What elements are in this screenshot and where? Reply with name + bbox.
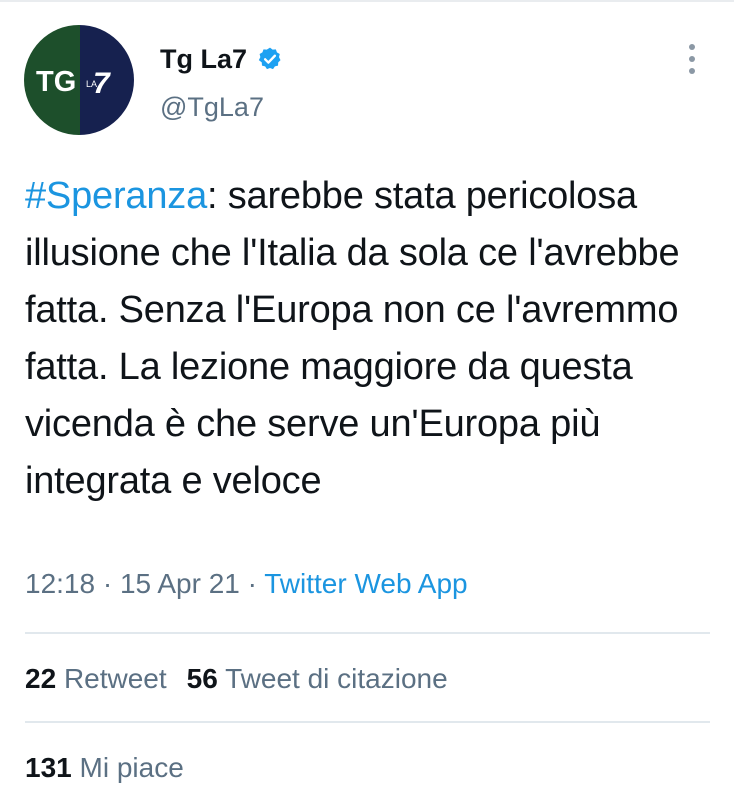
tweet-body-text: : sarebbe stata pericolosa illusione che… <box>25 175 680 502</box>
meta-separator: · <box>239 568 265 599</box>
verified-badge-icon <box>257 46 283 72</box>
tweet-date[interactable]: 15 Apr 21 <box>120 568 240 599</box>
avatar-logo-text: TG <box>36 66 76 98</box>
tweet-card: TG LA 7 Tg La7 @TgLa7 #Speranza: sarebbe… <box>0 0 734 800</box>
retweet-count-link[interactable]: 22 Retweet <box>25 663 167 694</box>
tweet-text: #Speranza: sarebbe stata pericolosa illu… <box>25 168 715 510</box>
likes-row: 131 Mi piace <box>25 752 184 784</box>
divider <box>25 721 710 723</box>
hashtag-link[interactable]: #Speranza <box>25 175 207 217</box>
avatar[interactable]: TG LA 7 <box>24 25 134 135</box>
user-handle[interactable]: @TgLa7 <box>160 92 283 123</box>
likes-count-link[interactable]: 131 Mi piace <box>25 752 184 783</box>
tweet-time[interactable]: 12:18 <box>25 568 95 599</box>
likes-count: 131 <box>25 752 72 783</box>
display-name-row: Tg La7 <box>160 40 283 78</box>
retweet-count: 22 <box>25 663 57 694</box>
more-options-button[interactable] <box>680 42 704 76</box>
tweet-source-link[interactable]: Twitter Web App <box>264 568 467 599</box>
quote-tweet-label: Tweet di citazione <box>225 663 448 694</box>
retweet-label: Retweet <box>63 663 167 694</box>
engagement-row: 22 Retweet 56 Tweet di citazione <box>25 663 448 695</box>
more-vertical-icon <box>689 44 695 50</box>
meta-separator: · <box>95 568 120 599</box>
avatar-logo-seven: 7 <box>93 67 111 100</box>
tweet-author: Tg La7 @TgLa7 <box>160 40 283 123</box>
quote-tweet-count-link[interactable]: 56 Tweet di citazione <box>187 663 448 694</box>
tweet-meta: 12:18 · 15 Apr 21 · Twitter Web App <box>25 568 468 600</box>
tg-la7-logo: TG LA 7 <box>24 25 134 135</box>
likes-label: Mi piace <box>79 752 184 783</box>
quote-tweet-count: 56 <box>186 663 218 694</box>
display-name[interactable]: Tg La7 <box>160 44 247 75</box>
divider <box>25 632 710 634</box>
